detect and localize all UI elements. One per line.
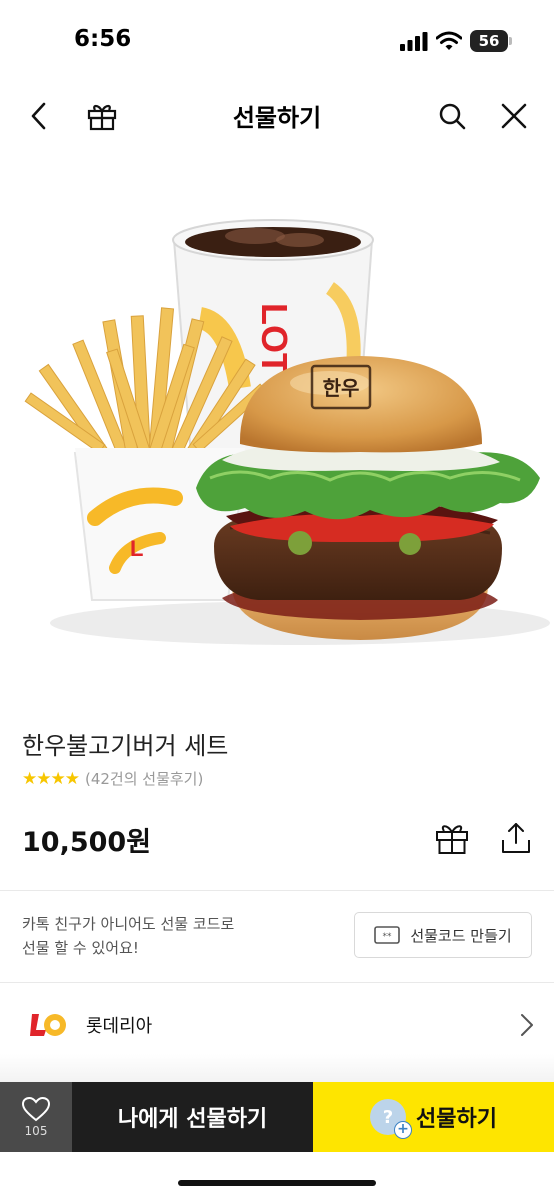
- gift-to-me-button[interactable]: 나에게 선물하기: [72, 1082, 313, 1152]
- rating-row[interactable]: ★★★★ (42건의 선물후기): [22, 768, 203, 789]
- search-button[interactable]: [430, 94, 474, 138]
- friend-select-icon: ? +: [370, 1099, 413, 1139]
- search-icon: [439, 103, 466, 130]
- heart-icon: [21, 1096, 51, 1122]
- home-area: [0, 1152, 554, 1200]
- bun-stamp-text: 한우: [323, 376, 360, 400]
- cup-logo-text: LOT: [254, 303, 295, 375]
- wish-count: 105: [24, 1124, 48, 1138]
- chevron-right-icon: [521, 1014, 533, 1036]
- home-indicator[interactable]: [178, 1180, 376, 1186]
- share-button[interactable]: [494, 816, 538, 860]
- gift-code-description: 카톡 친구가 아니어도 선물 코드로 선물 할 수 있어요!: [22, 912, 322, 960]
- share-icon: [502, 823, 530, 853]
- plus-icon: +: [394, 1121, 413, 1139]
- product-image: LOT L 한우: [24, 219, 550, 645]
- svg-text:**: **: [383, 932, 393, 942]
- gift-code-text-line2: 선물 할 수 있어요!: [22, 939, 139, 957]
- review-count[interactable]: (42건의 선물후기): [85, 768, 203, 789]
- gift-code-text-line1: 카톡 친구가 아니어도 선물 코드로: [22, 915, 235, 933]
- gift-icon: [436, 825, 468, 854]
- signal-icon: [400, 32, 428, 51]
- brand-row[interactable]: 롯데리아: [0, 998, 554, 1054]
- divider: [0, 982, 554, 983]
- status-bar: 6:56 56: [0, 0, 554, 84]
- divider: [0, 890, 554, 891]
- fries-logo-icon: L: [130, 536, 143, 561]
- nav-bar: 선물하기: [0, 84, 554, 148]
- product-name: 한우불고기버거 세트: [22, 732, 229, 760]
- battery-indicator: 56: [470, 30, 512, 52]
- product-price: 10,500원: [22, 827, 152, 858]
- brand-name: 롯데리아: [86, 1016, 153, 1037]
- gift-button-label: 선물하기: [416, 1107, 497, 1132]
- close-icon: [501, 103, 527, 129]
- rating-stars: ★★★★: [22, 768, 80, 789]
- close-button[interactable]: [492, 94, 536, 138]
- gift-box-button[interactable]: [430, 816, 474, 860]
- gift-to-me-label: 나에게 선물하기: [117, 1107, 268, 1132]
- create-gift-code-label: 선물코드 만들기: [410, 926, 512, 945]
- brand-logo: [30, 1014, 66, 1036]
- create-gift-code-button[interactable]: ** 선물코드 만들기: [354, 912, 532, 958]
- status-time: 6:56: [74, 26, 132, 52]
- wish-button[interactable]: 105: [0, 1082, 72, 1152]
- ticket-icon: **: [374, 926, 401, 944]
- status-icons: 56: [400, 30, 512, 52]
- bottom-fade: [0, 1054, 554, 1082]
- wifi-icon: [436, 31, 462, 50]
- gift-button[interactable]: ? + 선물하기: [313, 1082, 554, 1152]
- bottom-action-bar: 105 나에게 선물하기 ? + 선물하기: [0, 1082, 554, 1152]
